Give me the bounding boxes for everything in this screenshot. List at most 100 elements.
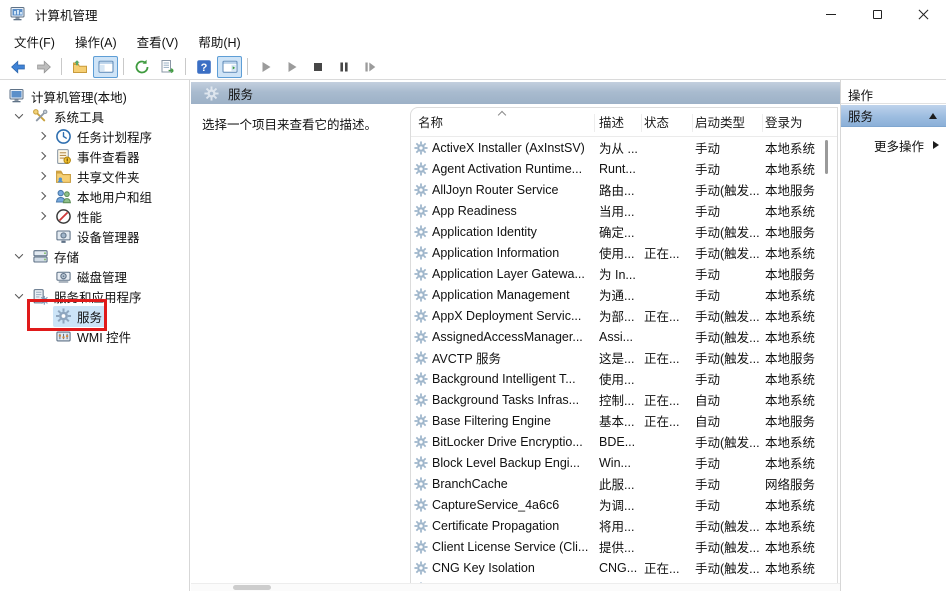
service-row[interactable]: Client License Service (Cli...提供...手动(触发…: [411, 536, 837, 557]
restart-service-button[interactable]: [357, 56, 382, 78]
service-row[interactable]: ActiveX Installer (AxInstSV)为从 ...手动本地系统: [411, 137, 837, 158]
service-startup-type: 手动(触发...: [695, 306, 765, 325]
vertical-scrollbar-thumb[interactable]: [825, 140, 828, 174]
service-row[interactable]: CaptureService_4a6c6为调...手动本地系统: [411, 494, 837, 515]
service-row[interactable]: Block Level Backup Engi...Win...手动本地系统: [411, 452, 837, 473]
resume-service-button[interactable]: [279, 56, 304, 78]
menu-item[interactable]: 操作(A): [65, 28, 127, 55]
service-description: Runt...: [599, 162, 644, 176]
chevron-right-icon[interactable]: [31, 126, 53, 146]
horizontal-scrollbar-thumb[interactable]: [233, 585, 271, 590]
tree-item-computer[interactable]: 计算机管理(本地): [0, 86, 189, 106]
chevron-right-icon[interactable]: [31, 206, 53, 226]
refresh-icon: [134, 59, 150, 75]
back-button[interactable]: [5, 56, 30, 78]
forward-button[interactable]: [31, 56, 56, 78]
chevron-down-icon[interactable]: [8, 246, 30, 266]
service-row[interactable]: CNG Key IsolationCNG...正在...手动(触发...本地系统: [411, 557, 837, 578]
minimize-icon: [826, 14, 836, 15]
back-icon: [10, 59, 26, 75]
service-name: CaptureService_4a6c6: [432, 498, 559, 512]
column-separator[interactable]: [594, 114, 595, 132]
service-row[interactable]: BitLocker Drive Encryptio...BDE...手动(触发.…: [411, 431, 837, 452]
actions-group-header[interactable]: 服务: [841, 105, 946, 127]
service-startup-type: 手动: [695, 453, 765, 472]
service-row[interactable]: Background Intelligent T...使用...手动本地系统: [411, 368, 837, 389]
service-gear-icon: [414, 330, 428, 344]
tree-item-task-scheduler[interactable]: 任务计划程序: [0, 126, 189, 146]
menu-item[interactable]: 帮助(H): [188, 28, 250, 55]
service-row[interactable]: Background Tasks Infras...控制...正在...自动本地…: [411, 389, 837, 410]
refresh-button[interactable]: [129, 56, 154, 78]
service-logon-as: 本地服务: [765, 222, 831, 241]
column-separator[interactable]: [641, 114, 642, 132]
service-name: Application Management: [432, 288, 570, 302]
chevron-down-icon[interactable]: [8, 106, 30, 126]
menu-item[interactable]: 查看(V): [127, 28, 189, 55]
service-name-cell: Base Filtering Engine: [411, 414, 599, 428]
tree-item-content: 事件查看器: [53, 146, 144, 167]
service-startup-type: 手动(触发...: [695, 222, 765, 241]
service-row[interactable]: Application Identity确定...手动(触发...本地服务: [411, 221, 837, 242]
service-row[interactable]: BranchCache此服...手动网络服务: [411, 473, 837, 494]
service-row[interactable]: Base Filtering Engine基本...正在...自动本地服务: [411, 410, 837, 431]
forward-icon: [36, 59, 52, 75]
window-title: 计算机管理: [35, 5, 98, 24]
action-pane-toggle-button[interactable]: [217, 56, 242, 78]
chevron-right-icon[interactable]: [31, 186, 53, 206]
services-pane: 服务 选择一个项目来查看它的描述。 名称描述状态启动类型登录为 ActiveX …: [191, 80, 840, 591]
service-row[interactable]: Application Management为通...手动本地系统: [411, 284, 837, 305]
start-service-button[interactable]: [253, 56, 278, 78]
column-header-1[interactable]: 描述: [599, 112, 624, 131]
service-name: Certificate Propagation: [432, 519, 559, 533]
tree-item-label: 性能: [77, 207, 102, 226]
service-startup-type: 手动(触发...: [695, 327, 765, 346]
service-row[interactable]: AVCTP 服务这是...正在...手动(触发...本地服务: [411, 347, 837, 368]
chevron-shape: [38, 132, 46, 140]
tree-item-event-viewer[interactable]: 事件查看器: [0, 146, 189, 166]
up-level-folder-button[interactable]: [67, 56, 92, 78]
service-gear-icon: [414, 183, 428, 197]
service-row[interactable]: Certificate Propagation将用...手动(触发...本地系统: [411, 515, 837, 536]
service-row[interactable]: AppX Deployment Servic...为部...正在...手动(触发…: [411, 305, 837, 326]
service-row[interactable]: App Readiness当用...手动本地系统: [411, 200, 837, 221]
minimize-button[interactable]: [808, 0, 854, 28]
service-row[interactable]: Application Information使用...正在...手动(触发..…: [411, 242, 837, 263]
service-startup-type: 手动: [695, 138, 765, 157]
more-actions-button[interactable]: 更多操作: [841, 134, 946, 156]
tree-item-performance[interactable]: 性能: [0, 206, 189, 226]
column-header-0[interactable]: 名称: [418, 112, 443, 131]
chevron-right-icon[interactable]: [31, 166, 53, 186]
column-separator[interactable]: [762, 114, 763, 132]
tree-item-content: 系统工具: [30, 106, 108, 127]
tree-item-device-manager[interactable]: 设备管理器: [0, 226, 189, 246]
maximize-button[interactable]: [854, 0, 900, 28]
horizontal-scrollbar[interactable]: [191, 583, 840, 591]
column-header-3[interactable]: 启动类型: [695, 112, 745, 131]
stop-service-button[interactable]: [305, 56, 330, 78]
service-startup-type: 手动: [695, 264, 765, 283]
service-row[interactable]: AllJoyn Router Service路由...手动(触发...本地服务: [411, 179, 837, 200]
tree-item-storage[interactable]: 存储: [0, 246, 189, 266]
maximize-icon: [873, 10, 882, 19]
close-button[interactable]: [900, 0, 946, 28]
service-row[interactable]: AssignedAccessManager...Assi...手动(触发...本…: [411, 326, 837, 347]
service-row[interactable]: Agent Activation Runtime...Runt...手动本地系统: [411, 158, 837, 179]
chevron-right-icon[interactable]: [31, 146, 53, 166]
services-list: 名称 描述 状态 启动类型 登录为 ActiveX Installer (AxInstS…: [410, 107, 838, 591]
export-list-button[interactable]: [155, 56, 180, 78]
help-button[interactable]: ?: [191, 56, 216, 78]
column-header-2[interactable]: 状态: [644, 112, 669, 131]
close-icon: [918, 9, 929, 20]
tree-item-content: 磁盘管理: [53, 266, 131, 287]
tree-item-disk-management[interactable]: 磁盘管理: [0, 266, 189, 286]
console-tree-toggle-button[interactable]: [93, 56, 118, 78]
menu-item[interactable]: 文件(F): [4, 28, 65, 55]
column-separator[interactable]: [692, 114, 693, 132]
tree-item-system-tools[interactable]: 系统工具: [0, 106, 189, 126]
tree-item-shared-folders[interactable]: 共享文件夹: [0, 166, 189, 186]
tree-item-local-users[interactable]: 本地用户和组: [0, 186, 189, 206]
column-header-4[interactable]: 登录为: [765, 112, 803, 131]
pause-service-button[interactable]: [331, 56, 356, 78]
service-row[interactable]: Application Layer Gatewa...为 In...手动本地服务: [411, 263, 837, 284]
